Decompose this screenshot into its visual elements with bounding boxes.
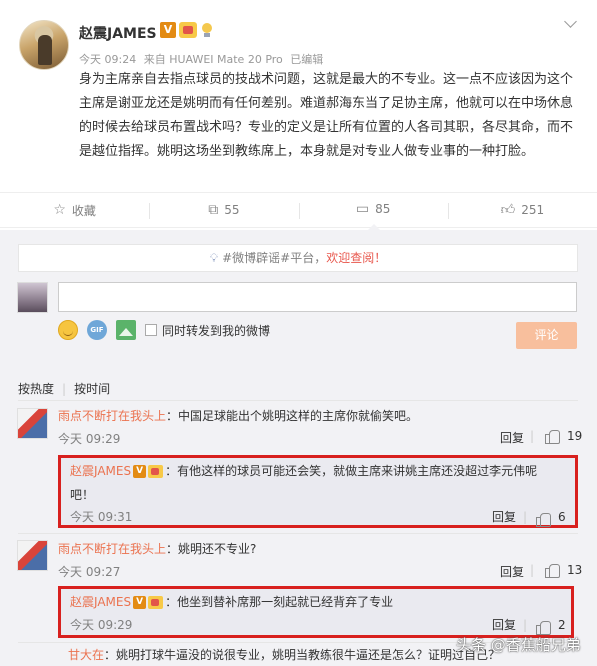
post-meta: 今天 09:24 来自 HUAWEI Mate 20 Pro 已编辑 (79, 51, 327, 67)
repost-checkbox[interactable] (145, 324, 157, 336)
separator: | (523, 618, 528, 632)
comment-count: 85 (375, 202, 391, 216)
comment-input[interactable] (58, 282, 577, 312)
reply-button[interactable]: 回复 (500, 563, 524, 580)
comment-time: 今天 09:29 (58, 432, 121, 446)
reply-time: 今天 09:29 (70, 618, 133, 632)
reply-body: ：有他这样的球员可能还会笑，就做主席来讲姚主席还没超过李元伟呢 (165, 464, 538, 478)
comment-time: 今天 09:27 (58, 565, 121, 579)
reply-time: 今天 09:31 (70, 510, 133, 524)
replier-badges: V (133, 596, 164, 609)
replier-badges: V (133, 465, 164, 478)
separator: | (530, 429, 535, 443)
comment-text: 雨点不断打在我头上：中国足球能出个姚明这样的主席你就偷笑吧。 (58, 407, 418, 424)
reply-like-count: 2 (558, 618, 566, 632)
comment-button[interactable]: ▭ 85 (298, 193, 448, 227)
comment-text: 雨点不断打在我头上：姚明还不专业? (58, 540, 256, 557)
post-time[interactable]: 今天 09:24 (79, 53, 136, 66)
chevron-down-icon[interactable] (563, 16, 579, 32)
image-icon[interactable] (116, 320, 136, 340)
reply-like-count: 6 (558, 510, 566, 524)
commenter-avatar[interactable] (17, 540, 48, 571)
comment-body: ：姚明还不专业? (166, 542, 257, 556)
submit-comment-button[interactable]: 评论 (516, 322, 577, 349)
post-action-bar: ☆ 收藏 ⧉ 55 ▭ 85 👍︎ 251 (0, 192, 597, 228)
gif-icon[interactable]: GIF (87, 320, 107, 340)
repost-button[interactable]: ⧉ 55 (149, 193, 298, 227)
comment-icon: ▭ (355, 201, 370, 217)
vip-icon (148, 465, 164, 478)
sort-tabs: 按热度 | 按时间 (18, 382, 111, 396)
comment-like-count: 19 (567, 429, 583, 443)
comment-like-count: 13 (567, 563, 583, 577)
verified-icon: V (160, 22, 176, 38)
reply-like-button[interactable]: 2 (536, 614, 566, 636)
reply-text: 赵震JAMES V ：有他这样的球员可能还会笑，就做主席来讲姚主席还没超过李元伟呢 (70, 460, 537, 482)
vip-icon (148, 596, 164, 609)
thumb-up-icon (536, 620, 551, 635)
my-avatar (17, 282, 48, 313)
commenter-name[interactable]: 雨点不断打在我头上 (58, 409, 166, 423)
reply-button[interactable]: 回复 (500, 429, 524, 446)
lightbulb-icon (200, 22, 214, 38)
author-name[interactable]: 赵震JAMES (79, 23, 157, 43)
thumb-up-icon (545, 429, 560, 444)
like-button[interactable]: 👍︎ 251 (447, 193, 597, 227)
reply-button[interactable]: 回复 (492, 506, 516, 528)
comment-like-button[interactable]: 19 (545, 429, 583, 444)
comment-body: ：中国足球能出个姚明这样的主席你就偷笑吧。 (166, 409, 419, 423)
highlighted-reply: 赵震JAMES V ：有他这样的球员可能还会笑，就做主席来讲姚主席还没超过李元伟呢 … (58, 455, 578, 528)
favorite-label: 收藏 (71, 203, 96, 218)
comment-like-button[interactable]: 13 (545, 563, 583, 578)
author-badges: V (160, 22, 214, 38)
comment-body: ：姚明打球牛逼没的说很专业，姚明当教练很牛逼还是怎么？证明过自己？ (104, 648, 501, 662)
comment-text: 甘大在：姚明打球牛逼没的说很专业，姚明当教练很牛逼还是怎么？证明过自己？ (68, 646, 500, 663)
sort-by-time[interactable]: 按时间 (74, 382, 110, 396)
verified-icon: V (133, 465, 147, 478)
watermark: 头条 @香蕉船兄弟 (456, 636, 581, 654)
separator: | (523, 510, 528, 524)
reply-text: 赵震JAMES V ：他坐到替补席那一刻起就已经背弃了专业 (70, 591, 393, 613)
notice-text: #微博辟谣#平台， (222, 251, 327, 265)
lamp-icon: 💡︎ (209, 251, 219, 265)
replier-name[interactable]: 赵震JAMES (70, 464, 131, 478)
divider (18, 400, 578, 401)
notice-link[interactable]: 欢迎查阅！ (326, 251, 386, 265)
reply-like-button[interactable]: 6 (536, 506, 566, 528)
comment-tools: GIF 同时转发到我的微博 (58, 320, 270, 340)
like-count: 251 (521, 203, 545, 217)
highlighted-reply: 赵震JAMES V ：他坐到替补席那一刻起就已经背弃了专业 今天 09:29 回复 … (58, 586, 574, 638)
thumb-up-icon: 👍︎ (500, 202, 516, 218)
divider (18, 533, 578, 534)
repost-label: 同时转发到我的微博 (162, 323, 271, 338)
post-source: 来自 HUAWEI Mate 20 Pro (143, 53, 283, 66)
weibo-post: 赵震JAMES V 今天 09:24 来自 HUAWEI Mate 20 Pro… (0, 0, 597, 192)
post-edited: 已编辑 (290, 53, 324, 66)
replier-name[interactable]: 赵震JAMES (70, 595, 131, 609)
reply-body: ：他坐到替补席那一刻起就已经背弃了专业 (165, 595, 394, 609)
verified-icon: V (133, 596, 147, 609)
author-avatar[interactable] (19, 20, 69, 70)
emoji-icon[interactable] (58, 320, 78, 340)
star-icon: ☆ (53, 202, 66, 218)
thumb-up-icon (536, 512, 551, 527)
commenter-name[interactable]: 雨点不断打在我头上 (58, 542, 166, 556)
reply-body-cont: 吧！ (70, 488, 95, 502)
sort-by-hot[interactable]: 按热度 (18, 382, 54, 396)
thumb-up-icon (545, 563, 560, 578)
vip-icon (179, 22, 197, 38)
favorite-button[interactable]: ☆ 收藏 (0, 193, 149, 227)
share-icon: ⧉ (208, 202, 219, 218)
separator: | (530, 563, 535, 577)
repost-count: 55 (224, 203, 240, 217)
commenter-avatar[interactable] (17, 408, 48, 439)
commenter-name[interactable]: 甘大在 (68, 648, 104, 662)
rumor-notice: 💡︎ #微博辟谣#平台，欢迎查阅！ (18, 244, 578, 272)
comment-section: 💡︎ #微博辟谣#平台，欢迎查阅！ GIF 同时转发到我的微博 评论 按热度 | 按时… (0, 230, 597, 666)
reply-button[interactable]: 回复 (492, 614, 516, 636)
post-body: 身为主席亲自去指点球员的技战术问题，这就是最大的不专业。这一点不应该因为这个主席… (79, 72, 574, 159)
